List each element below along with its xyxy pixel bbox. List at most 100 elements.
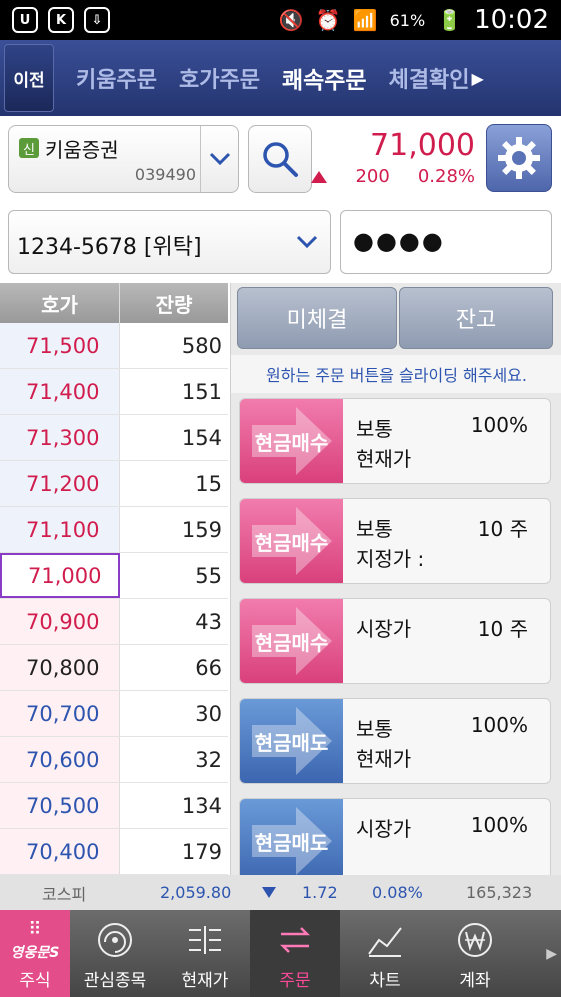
- quote-price[interactable]: 71,100: [0, 507, 120, 552]
- nav-current-price[interactable]: 현재가: [160, 910, 250, 997]
- account-selector[interactable]: 1234-5678 [위탁]: [8, 210, 331, 274]
- order-side-label: 현금매수: [254, 430, 329, 455]
- slide-hint: 원하는 주문 버튼을 슬라이딩 해주세요.: [231, 355, 561, 393]
- order-side-label: 현금매도: [254, 730, 329, 755]
- buy-slider-handle[interactable]: 현금매수: [240, 599, 343, 683]
- quote-price[interactable]: 70,600: [0, 737, 120, 782]
- stock-name: 키움증권: [45, 138, 119, 162]
- nav-label: 계좌: [459, 971, 491, 991]
- price-list-icon: [189, 926, 221, 954]
- tab-quick-order[interactable]: 쾌속주문: [282, 61, 367, 95]
- tab-quote-order[interactable]: 호가주문: [179, 62, 260, 94]
- down-triangle-icon: [262, 887, 276, 898]
- order-price-type: 현재가: [356, 447, 412, 471]
- order-slide-card[interactable]: 현금매수 시장가 10 주: [239, 598, 551, 684]
- order-book-row[interactable]: 71,400 151: [0, 369, 228, 415]
- order-book-row[interactable]: 70,700 30: [0, 691, 228, 737]
- quote-quantity: 179: [120, 829, 228, 874]
- bottom-nav: ⠿ 영웅문S 주식 관심종목 현재가 주문 차트 계좌 ▶: [0, 910, 561, 997]
- index-value: 2,059.80: [160, 883, 232, 902]
- sell-slider-handle[interactable]: 현금매도: [240, 699, 343, 783]
- index-volume: 165,323: [466, 883, 533, 902]
- quote-price[interactable]: 71,000: [0, 553, 120, 598]
- unfilled-button[interactable]: 미체결: [237, 287, 397, 349]
- quote-price[interactable]: 71,300: [0, 415, 120, 460]
- quote-price[interactable]: 71,400: [0, 369, 120, 414]
- price-change: 200: [355, 166, 390, 187]
- index-ticker[interactable]: 코스피 2,059.80 1.72 0.08% 165,323: [0, 875, 561, 910]
- search-icon: [263, 142, 298, 177]
- index-name: 코스피: [42, 884, 87, 904]
- order-book-row[interactable]: 71,500 580: [0, 323, 228, 369]
- tab-execution-check[interactable]: 체결확인: [389, 62, 470, 94]
- battery-icon: 🔋: [437, 8, 463, 32]
- quote-quantity: 43: [120, 599, 228, 644]
- gear-icon: [498, 137, 540, 179]
- nav-stock-home[interactable]: ⠿ 영웅문S 주식: [0, 910, 70, 997]
- password-field[interactable]: ●●●●: [340, 210, 552, 274]
- order-panel: 미체결 잔고 원하는 주문 버튼을 슬라이딩 해주세요. 현금매수 보통 현재가 10…: [230, 283, 561, 884]
- order-amount: 100%: [470, 413, 528, 437]
- quote-quantity: 30: [120, 691, 228, 736]
- order-slide-card[interactable]: 현금매도 보통 현재가 100%: [239, 698, 551, 784]
- back-button[interactable]: 이전: [4, 44, 54, 112]
- quote-price[interactable]: 70,500: [0, 783, 120, 828]
- quantity-column-header: 잔량: [155, 292, 193, 317]
- top-tab-bar: 이전 키움주문 호가주문 쾌속주문 체결확인 ▶: [0, 40, 561, 116]
- quote-price[interactable]: 70,400: [0, 829, 120, 874]
- nav-account[interactable]: 계좌: [430, 910, 520, 997]
- order-book-row[interactable]: 70,600 32: [0, 737, 228, 783]
- status-bar: U K ⇩ 🔇 ⏰ 📶 61% 🔋 10:02: [0, 0, 561, 40]
- quote-quantity: 580: [120, 323, 228, 368]
- order-book-row[interactable]: 70,800 66: [0, 645, 228, 691]
- order-slide-card[interactable]: 현금매도 시장가 100%: [239, 798, 551, 884]
- order-book-row[interactable]: 71,200 15: [0, 461, 228, 507]
- quote-quantity: 151: [120, 369, 228, 414]
- nav-chart[interactable]: 차트: [340, 910, 430, 997]
- up-triangle-icon: [311, 170, 328, 183]
- order-book-row[interactable]: 70,500 134: [0, 783, 228, 829]
- order-book-row[interactable]: 71,000 55: [0, 553, 228, 599]
- order-side-label: 현금매수: [254, 530, 329, 555]
- order-price-type: 현재가: [356, 747, 412, 771]
- settings-button[interactable]: [486, 124, 552, 192]
- quote-price[interactable]: 71,200: [0, 461, 120, 506]
- quote-quantity: 55: [120, 553, 228, 598]
- search-button[interactable]: [248, 125, 312, 193]
- nav-watchlist[interactable]: 관심종목: [70, 910, 160, 997]
- order-book-row[interactable]: 70,900 43: [0, 599, 228, 645]
- balance-button[interactable]: 잔고: [399, 287, 553, 349]
- chevron-down-icon[interactable]: [296, 227, 318, 255]
- stock-selector[interactable]: 신 키움증권 039490: [8, 125, 239, 193]
- sell-slider-handle[interactable]: 현금매도: [240, 799, 343, 883]
- alarm-icon: ⏰: [315, 8, 341, 32]
- chevron-down-icon[interactable]: [200, 126, 238, 192]
- tab-kiwoom-order[interactable]: 키움주문: [76, 62, 157, 94]
- nav-label: 주식: [19, 971, 51, 991]
- quote-price[interactable]: 70,700: [0, 691, 120, 736]
- order-book-row[interactable]: 71,300 154: [0, 415, 228, 461]
- order-book-row[interactable]: 71,100 159: [0, 507, 228, 553]
- order-type: 보통: [356, 717, 393, 741]
- app-notification-icon-2: K: [48, 7, 74, 33]
- buy-slider-handle[interactable]: 현금매수: [240, 499, 343, 583]
- buy-slider-handle[interactable]: 현금매수: [240, 399, 343, 483]
- price-column-header: 호가: [0, 283, 120, 323]
- quote-price[interactable]: 71,500: [0, 323, 120, 368]
- quote-price[interactable]: 70,800: [0, 645, 120, 690]
- order-type: 시장가: [356, 817, 412, 841]
- order-book-row[interactable]: 70,400 179: [0, 829, 228, 875]
- order-slide-card[interactable]: 현금매수 보통 지정가 : 10 주: [239, 498, 551, 584]
- quote-price[interactable]: 70,900: [0, 599, 120, 644]
- order-type: 시장가: [356, 617, 412, 641]
- mute-icon: 🔇: [278, 8, 304, 32]
- more-right-icon[interactable]: ▶: [546, 946, 557, 962]
- nav-order[interactable]: 주문: [250, 910, 340, 997]
- tab-scroll-right-icon[interactable]: ▶: [472, 69, 484, 88]
- quote-quantity: 159: [120, 507, 228, 552]
- index-change: 1.72: [302, 883, 338, 902]
- grid-icon: ⠿: [28, 919, 42, 940]
- wifi-icon: 📶: [352, 8, 378, 32]
- order-book-header: 호가 잔량: [0, 283, 228, 323]
- order-slide-card[interactable]: 현금매수 보통 현재가 100%: [239, 398, 551, 484]
